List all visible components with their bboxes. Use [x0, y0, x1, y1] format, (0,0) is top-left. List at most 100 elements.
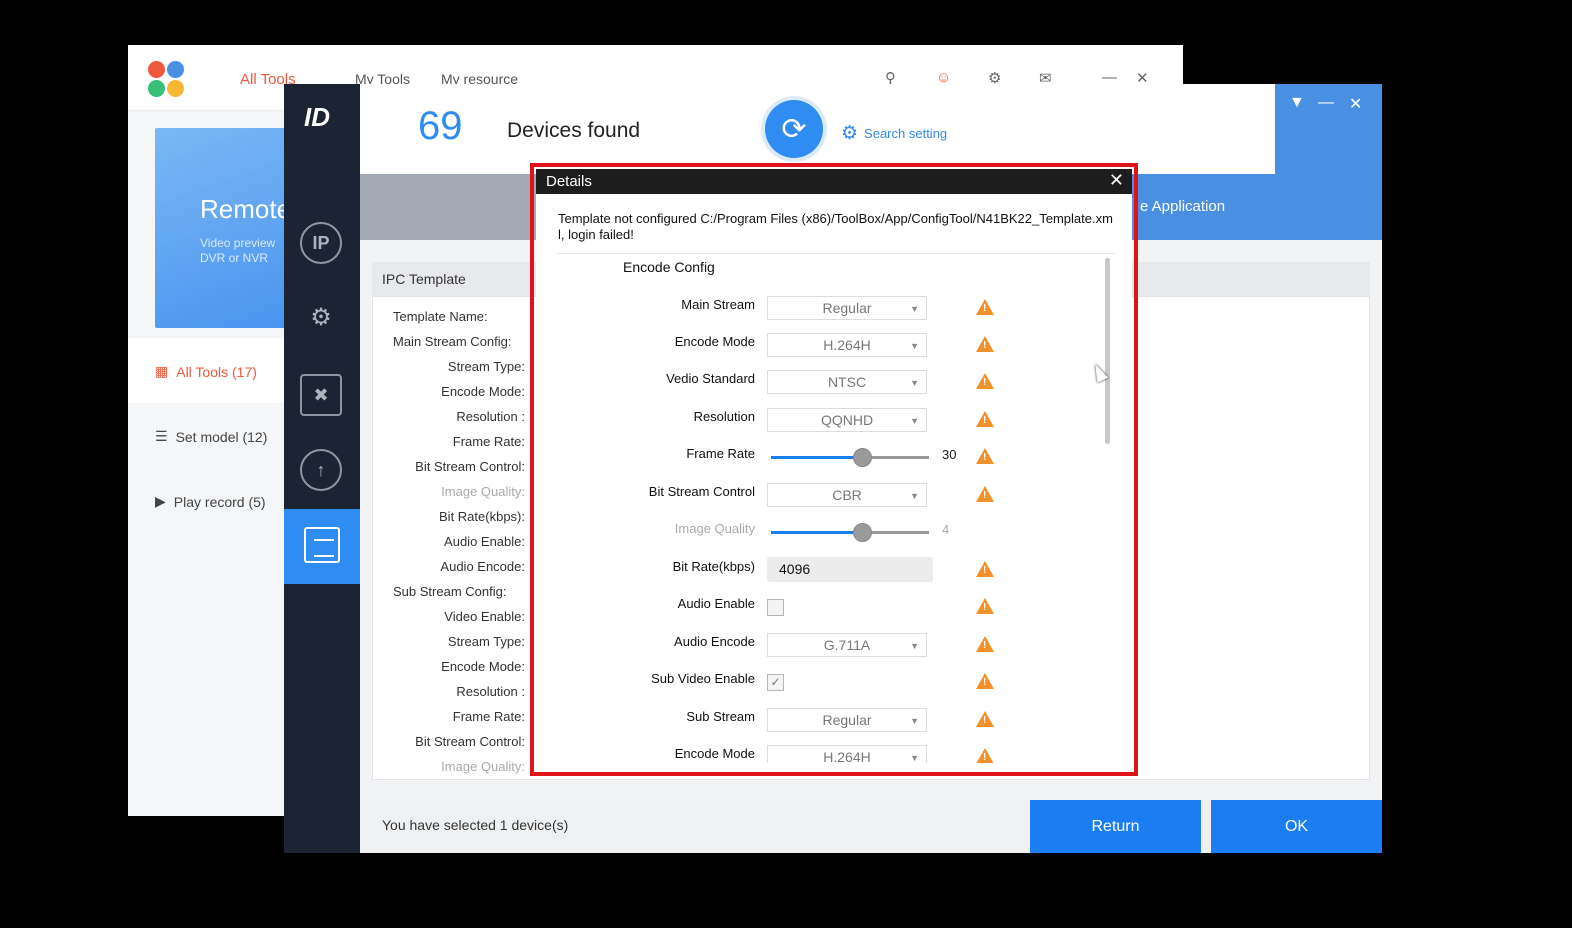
menu-set-model[interactable]: ☰ Set model (12)	[155, 428, 267, 445]
encode-mode-select[interactable]: H.264H ▼	[767, 333, 927, 357]
ipc-label: Video Enable:	[444, 609, 525, 624]
field-label: Main Stream	[681, 297, 755, 312]
slider-handle[interactable]	[852, 523, 872, 542]
select-value: G.711A	[823, 637, 871, 653]
camera-settings-icon[interactable]: ⚙	[300, 296, 342, 338]
warning-icon	[976, 448, 994, 464]
ipc-label: Bit Stream Control:	[415, 734, 525, 749]
gear-icon: ⚙	[841, 123, 859, 144]
select-value: H.264H	[823, 337, 871, 353]
row-sub-video-enable: Sub Video Enable ✓	[556, 666, 1096, 694]
field-label: Sub Stream	[686, 709, 755, 724]
error-message: Template not configured C:/Program Files…	[558, 211, 1113, 242]
ok-button[interactable]: OK	[1211, 800, 1382, 853]
sub-encode-mode-select[interactable]: H.264H ▼	[767, 745, 927, 763]
chevron-down-icon: ▼	[910, 378, 919, 388]
field-label: Encode Mode	[674, 746, 755, 761]
ipc-label: Bit Stream Control:	[415, 459, 525, 474]
close-icon[interactable]: ✕	[1349, 94, 1362, 114]
warning-icon	[976, 336, 994, 352]
ipc-label: Audio Enable:	[444, 534, 525, 549]
field-label: Image Quality	[674, 521, 755, 536]
play-icon: ▶	[155, 493, 166, 509]
row-video-standard: Vedio Standard NTSC ▼	[556, 366, 1096, 394]
device-count: 69	[418, 104, 463, 148]
bit-stream-control-select[interactable]: CBR ▼	[767, 483, 927, 507]
row-bit-stream-control: Bit Stream Control CBR ▼	[556, 479, 1096, 507]
section-title: Encode Config	[623, 259, 715, 275]
sub-stream-select[interactable]: Regular ▼	[767, 708, 927, 732]
image-quality-slider[interactable]	[771, 523, 929, 542]
menu-play-record[interactable]: ▶ Play record (5)	[155, 493, 266, 510]
warning-icon	[976, 711, 994, 727]
remote-banner[interactable]: Remote Video preview DVR or NVR	[155, 128, 295, 328]
chevron-down-icon: ▼	[910, 716, 919, 726]
template-nav-item[interactable]	[284, 509, 360, 584]
details-titlebar: Details ✕	[536, 169, 1132, 194]
ipc-label: Audio Encode:	[440, 559, 525, 574]
row-frame-rate: Frame Rate 30	[556, 441, 1096, 469]
chevron-down-icon: ▼	[910, 304, 919, 314]
slider-fill	[771, 456, 863, 459]
upgrade-icon[interactable]: ↑	[300, 449, 342, 491]
ipc-label: Resolution :	[456, 684, 525, 699]
warning-icon	[976, 598, 994, 614]
image-quality-value: 4	[942, 522, 950, 537]
select-value: NTSC	[827, 374, 867, 390]
refresh-icon: ⟳	[781, 112, 807, 146]
row-resolution: Resolution QQNHD ▼	[556, 404, 1096, 432]
banner-subtitle: Video preview DVR or NVR	[200, 236, 276, 265]
details-dialog: Details ✕ Template not configured C:/Pro…	[536, 169, 1132, 770]
menu-label: All Tools (17)	[176, 363, 257, 380]
ipc-label: Sub Stream Config:	[393, 584, 507, 599]
field-label: Bit Stream Control	[648, 484, 755, 499]
ipc-label: Stream Type:	[447, 359, 525, 374]
menu-label: Play record (5)	[173, 493, 266, 510]
bit-rate-input[interactable]: 4096	[767, 557, 933, 582]
select-value: Regular	[822, 300, 872, 316]
close-icon[interactable]: ✕	[1109, 170, 1124, 191]
audio-encode-select[interactable]: G.711A ▼	[767, 633, 927, 657]
app-logo-icon: ID	[304, 102, 330, 132]
dropdown-icon[interactable]: ▼	[1289, 94, 1305, 112]
ipc-label: Image Quality:	[441, 484, 525, 499]
ipc-label: Image Quality:	[441, 759, 525, 774]
ip-config-icon[interactable]: IP	[300, 222, 342, 264]
select-value: H.264H	[823, 749, 871, 763]
minimize-icon[interactable]: —	[1318, 94, 1334, 112]
menu-label: Set model (12)	[175, 428, 268, 445]
ipc-label: Bit Rate(kbps):	[439, 509, 525, 524]
select-value: Regular	[822, 712, 872, 728]
chevron-down-icon: ▼	[910, 753, 919, 763]
slider-handle[interactable]	[852, 448, 872, 467]
video-standard-select[interactable]: NTSC ▼	[767, 370, 927, 394]
sliders-icon: ☰	[155, 428, 168, 444]
refresh-button[interactable]: ⟳	[765, 100, 823, 158]
search-setting-link[interactable]: ⚙ Search setting	[841, 122, 947, 145]
row-bit-rate: Bit Rate(kbps) 4096	[556, 554, 1096, 582]
main-stream-select[interactable]: Regular ▼	[767, 296, 927, 320]
row-sub-stream: Sub Stream Regular ▼	[556, 704, 1096, 732]
window-controls: ▼ — ✕	[1275, 84, 1382, 174]
tools-icon[interactable]: ✖	[300, 374, 342, 416]
sub-video-enable-checkbox[interactable]: ✓	[767, 674, 784, 691]
application-label[interactable]: e Application	[1140, 198, 1225, 215]
audio-enable-checkbox[interactable]	[767, 599, 784, 616]
ipc-label: Frame Rate:	[452, 434, 525, 449]
ipc-label: Encode Mode:	[441, 659, 525, 674]
resolution-select[interactable]: QQNHD ▼	[767, 408, 927, 432]
ipc-label: Template Name:	[393, 309, 488, 324]
ipc-label: Stream Type:	[447, 634, 525, 649]
frame-rate-slider[interactable]	[771, 448, 929, 467]
return-button[interactable]: Return	[1030, 800, 1201, 853]
row-audio-encode: Audio Encode G.711A ▼	[556, 629, 1096, 657]
menu-all-tools[interactable]: ▦ All Tools (17)	[155, 363, 257, 380]
scrollbar-thumb[interactable]	[1105, 258, 1110, 444]
field-label: Audio Encode	[674, 634, 755, 649]
select-value: CBR	[832, 487, 862, 503]
chevron-down-icon: ▼	[910, 341, 919, 351]
select-value: QQNHD	[820, 412, 874, 428]
slider-fill	[771, 531, 863, 534]
ipc-label: Frame Rate:	[452, 709, 525, 724]
warning-icon	[976, 673, 994, 689]
